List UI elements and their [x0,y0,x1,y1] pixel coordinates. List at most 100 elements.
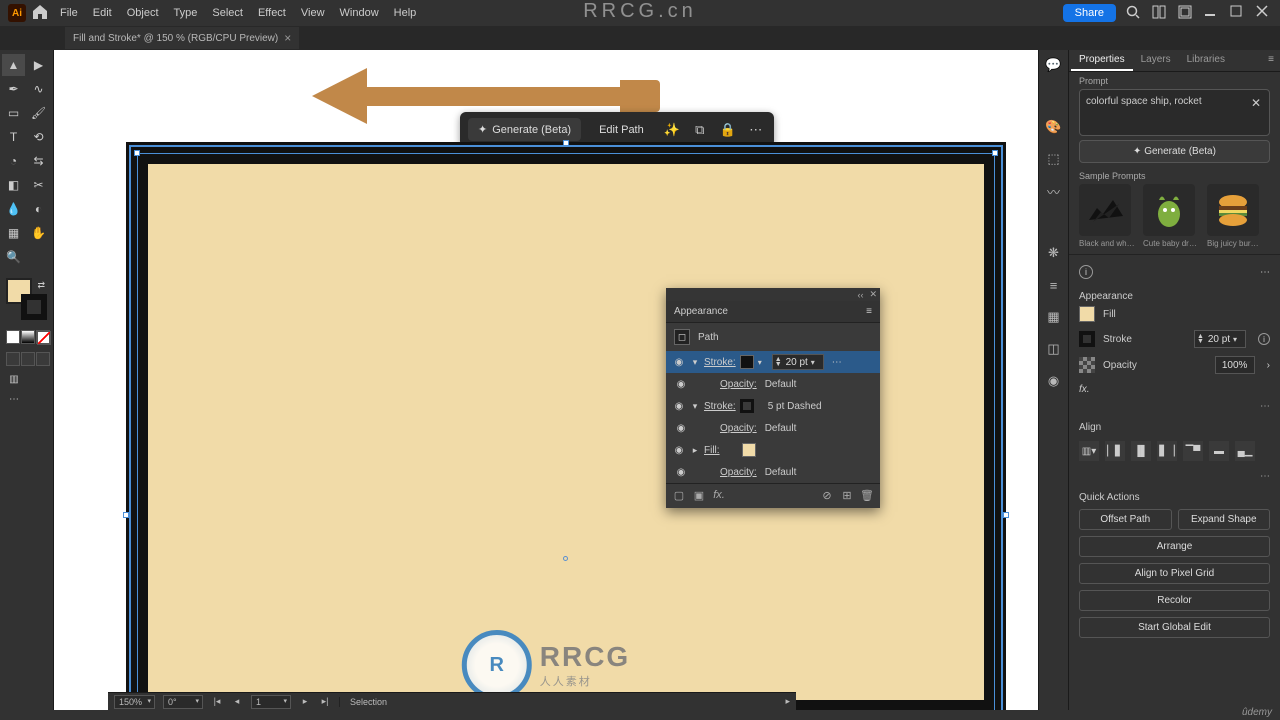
recolor-button[interactable]: Recolor [1079,590,1270,611]
document-tab[interactable]: Fill and Stroke* @ 150 % (RGB/CPU Previe… [65,27,299,49]
menu-view[interactable]: View [301,7,325,19]
workspace-icon[interactable] [1178,5,1194,21]
generate-beta-button[interactable]: ✦ Generate (Beta) [1079,140,1270,163]
draw-inside-icon[interactable] [36,352,50,366]
expand-icon[interactable]: ▸ [690,445,700,456]
swatches-panel-icon[interactable]: ⬚ [1045,150,1063,168]
hand-tool[interactable]: ✋ [27,222,50,244]
color-dropdown-icon[interactable]: ▾ [758,358,768,367]
stroke-weight-stepper[interactable]: ▲▼ ▾ [1194,330,1246,348]
align-bottom-icon[interactable]: ▄▁ [1235,441,1255,461]
stroke-panel-icon[interactable]: ≡ [1045,276,1063,294]
duplicate-item-icon[interactable]: ⊞ [840,489,854,503]
edit-path-button[interactable]: Edit Path [589,119,654,141]
minimize-icon[interactable] [1204,5,1220,21]
more-icon[interactable]: ⋯ [746,120,766,140]
maximize-icon[interactable] [1230,5,1246,21]
expand-icon[interactable]: ▾ [690,357,700,368]
fill-label[interactable]: Fill: [704,445,720,456]
stroke-weight-input[interactable] [783,357,811,368]
opacity-expand-icon[interactable]: › [1267,360,1270,371]
color-mode-gradient[interactable] [21,330,35,344]
swap-fill-stroke-icon[interactable]: ⇄ [37,280,45,291]
menu-file[interactable]: File [60,7,78,19]
pen-tool[interactable]: ✒ [2,78,25,100]
stroke-label[interactable]: Stroke: [704,357,736,368]
appearance-more-icon[interactable]: ⋯ [1079,399,1270,414]
symbols-panel-icon[interactable]: ❋ [1045,244,1063,262]
visibility-icon[interactable]: ◉ [674,423,688,434]
lock-icon[interactable]: 🔒 [718,120,738,140]
tab-layers[interactable]: Layers [1133,50,1179,71]
zoom-tool[interactable]: 🔍 [2,246,25,268]
clear-appearance-icon[interactable]: ⊘ [820,489,834,503]
new-fill-icon[interactable]: ▣ [692,489,706,503]
selection-tool[interactable]: ▲ [2,54,25,76]
menu-effect[interactable]: Effect [258,7,286,19]
artboard-number[interactable]: 1 [251,695,291,709]
status-scroll-icon[interactable]: ▸ [785,696,790,707]
new-stroke-icon[interactable]: ▢ [672,489,686,503]
align-top-icon[interactable]: ▔▀ [1183,441,1203,461]
search-icon[interactable] [1126,5,1142,21]
align-right-icon[interactable]: ▋▕ [1157,441,1177,461]
add-effect-icon[interactable]: fx. [712,489,726,503]
panel-menu-icon[interactable]: ≡ [1262,50,1280,71]
stroke-weight-stepper[interactable]: ▲▼ ▾ [772,354,824,370]
appearance-object-opacity[interactable]: ◉ Opacity: Default [666,461,880,483]
expand-icon[interactable]: ▾ [690,401,700,412]
visibility-icon[interactable]: ◉ [672,445,686,456]
menu-select[interactable]: Select [212,7,243,19]
expand-shape-button[interactable]: Expand Shape [1178,509,1271,530]
screen-mode-icon[interactable]: ▥ [6,374,22,388]
align-more-icon[interactable]: ⋯ [1079,469,1270,484]
scissors-tool[interactable]: ✂ [27,174,50,196]
color-mode-none[interactable] [36,330,50,344]
opacity-input[interactable] [1215,356,1255,374]
close-icon[interactable] [1256,5,1272,21]
prev-artboard-icon[interactable]: ◂ [231,696,243,707]
align-left-icon[interactable]: ▏▋ [1105,441,1125,461]
selection-handle[interactable] [123,512,129,518]
row-more-icon[interactable]: ⋯ [832,357,842,368]
panel-collapse-icon[interactable]: ‹‹ [857,290,863,300]
menu-window[interactable]: Window [340,7,379,19]
panel-menu-icon[interactable]: ≡ [866,306,872,317]
visibility-icon[interactable]: ◉ [674,467,688,478]
shape-builder-tool[interactable]: ◔ [2,150,25,172]
tab-libraries[interactable]: Libraries [1179,50,1233,71]
curvature-tool[interactable]: ∿ [27,78,50,100]
global-edit-button[interactable]: Start Global Edit [1079,617,1270,638]
stroke-swatch[interactable] [1079,331,1095,347]
direct-selection-tool[interactable]: ▶ [27,54,50,76]
generate-button[interactable]: ✦Generate (Beta) [468,118,581,141]
opacity-label[interactable]: Opacity: [720,423,757,434]
stroke-color-swatch[interactable] [740,355,754,369]
selection-handle[interactable] [1003,512,1009,518]
prop-stroke-row[interactable]: Stroke ▲▼ ▾ i [1079,326,1270,352]
draw-behind-icon[interactable] [21,352,35,366]
align-vcenter-icon[interactable]: ▬ [1209,441,1229,461]
brushes-panel-icon[interactable]: 〰 [1045,182,1063,200]
fill-stroke-control[interactable]: ⇄ [6,278,47,320]
selection-handle[interactable] [992,150,998,156]
prop-opacity-row[interactable]: Opacity › [1079,352,1270,378]
selection-handle[interactable] [134,150,140,156]
tab-properties[interactable]: Properties [1071,50,1133,71]
color-panel-icon[interactable]: 🎨 [1045,118,1063,136]
menu-edit[interactable]: Edit [93,7,112,19]
appearance-panel-icon[interactable]: ◉ [1045,372,1063,390]
comments-icon[interactable]: 💬 [1045,56,1063,74]
sample-prompt-2[interactable]: Cute baby drag... [1143,184,1199,248]
menu-help[interactable]: Help [394,7,417,19]
arrange-button[interactable]: Arrange [1079,536,1270,557]
info-icon[interactable]: i [1079,265,1093,279]
opacity-label[interactable]: Opacity: [720,379,757,390]
visibility-icon[interactable]: ◉ [672,401,686,412]
prompt-clear-icon[interactable]: ✕ [1251,96,1261,110]
gradient-tool[interactable]: ◐ [27,198,50,220]
menu-type[interactable]: Type [174,7,198,19]
sample-prompt-3[interactable]: Big juicy burger... [1207,184,1263,248]
width-tool[interactable]: ⇆ [27,150,50,172]
stroke-weight-input[interactable] [1205,334,1233,345]
